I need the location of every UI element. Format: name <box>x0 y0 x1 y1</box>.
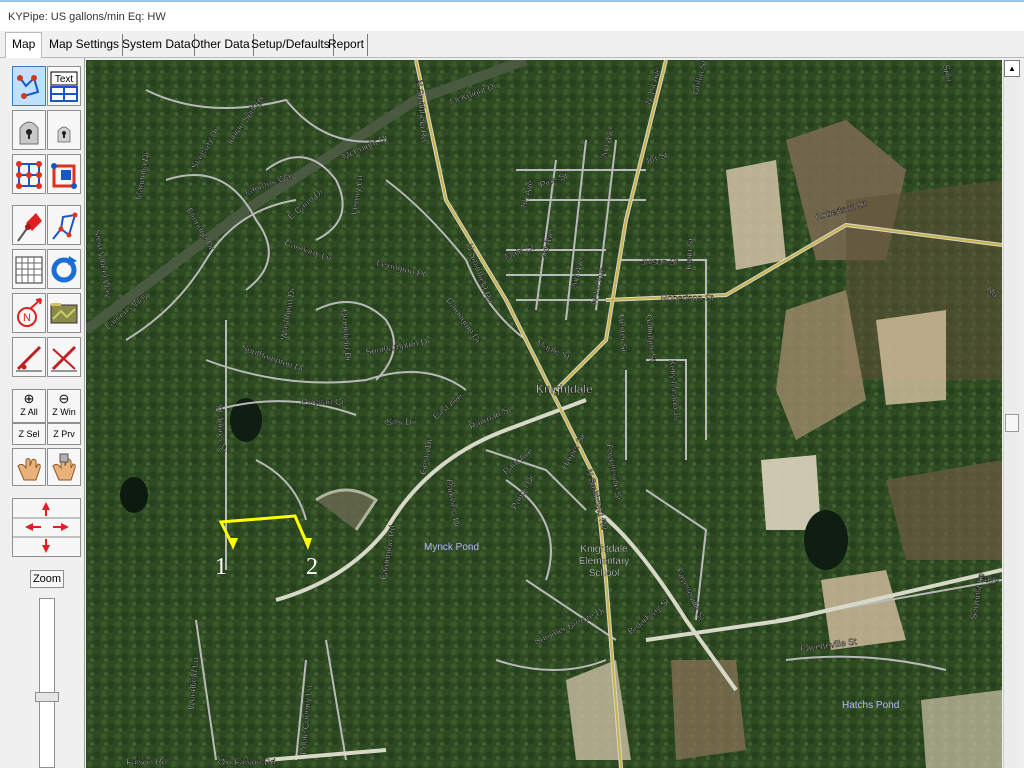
zoom-in-icon: ⊕ <box>23 391 35 406</box>
scrollbar-thumb[interactable] <box>1005 413 1019 432</box>
zoom-window-button[interactable]: ⊖ Z Win <box>47 389 81 423</box>
lock-tool[interactable] <box>12 110 46 150</box>
tab-map-settings[interactable]: Map Settings <box>46 34 124 56</box>
svg-text:N: N <box>23 312 31 324</box>
pushpin-icon <box>17 213 42 242</box>
zoom-select-button[interactable]: Z Sel <box>12 423 46 445</box>
title-bar: KYPipe: US gallons/min Eq: HW <box>0 0 1024 31</box>
tool-palette: Text N ⊕ Z All ⊖ Z Win Z Sel Z Prv Zoom <box>0 58 85 768</box>
network-junction-tool[interactable] <box>47 154 81 194</box>
pan-lock-tool[interactable] <box>47 448 81 486</box>
hand-icon <box>17 458 41 481</box>
grid-table-icon <box>15 256 43 284</box>
scroll-up-arrow-icon[interactable]: ▲ <box>1004 60 1020 77</box>
table-tool[interactable] <box>12 249 46 289</box>
place-label: Hatchs Pond <box>842 700 899 711</box>
text-box-icon: Text <box>50 71 78 102</box>
map-vertical-scrollbar[interactable]: ▲ <box>1003 60 1020 768</box>
pan-up-button[interactable] <box>40 498 52 517</box>
text-tool-label: Text <box>55 74 74 85</box>
lock-small-tool[interactable] <box>47 110 81 150</box>
window-title: KYPipe: US gallons/min Eq: HW <box>8 11 166 23</box>
street-label: Julson St <box>641 257 679 267</box>
zoom-select-label: Z Sel <box>18 429 40 439</box>
hand-lock-icon <box>52 453 76 481</box>
pencil-cross-icon <box>51 345 77 372</box>
map-image-icon <box>50 303 78 324</box>
pan-down-button[interactable] <box>40 537 52 556</box>
zoom-out-icon: ⊖ <box>58 391 70 406</box>
draw-pipe-tool[interactable] <box>12 337 46 377</box>
place-label: Mynck Pond <box>424 542 479 553</box>
text-tool[interactable]: Text <box>47 66 81 106</box>
tab-bar: Map Map Settings System Data Other Data … <box>0 31 1024 58</box>
zoom-slider-label: Zoom <box>30 570 64 588</box>
street-label: Plowlan Ct <box>301 397 345 407</box>
street-label: Sills Dr <box>386 417 415 427</box>
zoom-window-label: Z Win <box>52 407 76 417</box>
pushpin-tool[interactable] <box>12 205 46 245</box>
north-arrow-icon: N <box>17 298 42 327</box>
street-label: Old Faison Rd <box>218 757 276 767</box>
pan-hand-tool[interactable] <box>12 448 46 486</box>
field <box>726 160 786 270</box>
node-pipe-icon <box>52 212 78 240</box>
field <box>876 310 946 405</box>
pencil-line-icon <box>16 345 42 372</box>
tab-report[interactable]: Report <box>325 34 369 56</box>
street-label: Robertson St <box>661 293 714 303</box>
delete-pipe-tool[interactable] <box>47 337 81 377</box>
tab-map[interactable]: Map <box>5 32 43 58</box>
north-arrow-tool[interactable]: N <box>12 293 46 333</box>
select-nodes-tool[interactable] <box>12 66 46 106</box>
tab-other-data[interactable]: Other Data <box>188 34 254 56</box>
tab-setup-defaults[interactable]: Setup/Defaults <box>248 34 334 56</box>
network-icon <box>16 161 42 189</box>
node-pipe-tool[interactable] <box>47 205 81 245</box>
lock-icon <box>19 121 39 145</box>
field <box>671 660 746 760</box>
lock-small-icon <box>57 126 71 143</box>
pipe-node-label[interactable]: 1 <box>215 554 227 580</box>
background-image-tool[interactable] <box>47 293 81 333</box>
pan-right-button[interactable] <box>52 517 80 536</box>
aerial-map[interactable]: 1 2 McKnight Dr McKnight Dr N Smithfield… <box>86 60 1002 768</box>
zoom-slider-track[interactable] <box>39 598 55 768</box>
zoom-previous-label: Z Prv <box>53 429 75 439</box>
zoom-all-label: Z All <box>20 407 38 417</box>
pond <box>120 477 148 513</box>
field <box>921 690 1002 768</box>
place-label: Knightdale <box>536 382 593 396</box>
refresh-icon <box>51 256 77 283</box>
pond <box>804 510 848 570</box>
zoom-previous-button[interactable]: Z Prv <box>47 423 81 445</box>
street-label: Faison Rd <box>126 757 167 767</box>
zoom-all-button[interactable]: ⊕ Z All <box>12 389 46 423</box>
network-tool[interactable] <box>12 154 46 194</box>
refresh-tool[interactable] <box>47 249 81 289</box>
pan-left-button[interactable] <box>12 517 40 536</box>
node-select-icon <box>16 73 42 101</box>
map-canvas[interactable]: 1 2 McKnight Dr McKnight Dr N Smithfield… <box>86 60 1002 768</box>
tab-system-data[interactable]: System Data <box>119 34 195 56</box>
network-junction-icon <box>51 163 77 189</box>
zoom-slider-thumb[interactable] <box>35 691 59 702</box>
pipe-node-label[interactable]: 2 <box>306 554 318 580</box>
